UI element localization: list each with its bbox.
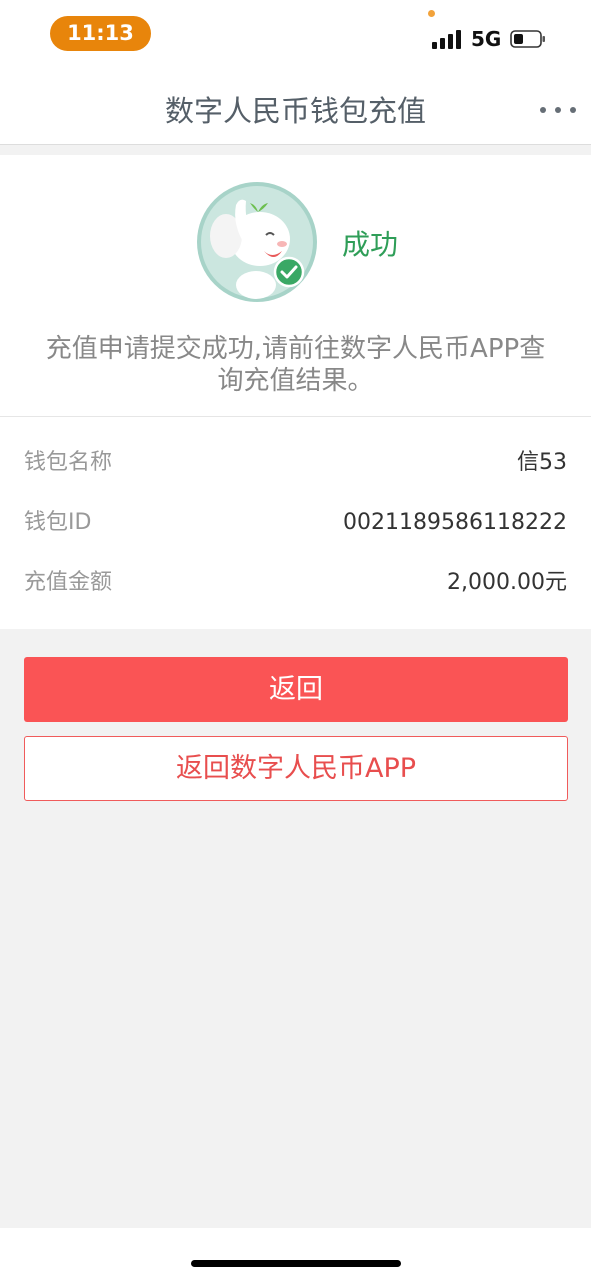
network-type: 5G — [471, 27, 502, 51]
status-time: 11:13 — [50, 16, 151, 51]
result-message-line-2: 询充值结果。 — [217, 366, 374, 396]
result-card: 成功 充值申请提交成功,请前往数字人民币APP查 询充值结果。 — [0, 155, 591, 417]
wallet-name-value: 信53 — [517, 450, 567, 475]
wallet-id-value: 0021189586118222 — [343, 510, 567, 535]
bottom-bar — [0, 1228, 591, 1280]
detail-row-amount: 充值金额 2,000.00元 — [24, 563, 567, 603]
home-indicator[interactable] — [191, 1260, 401, 1267]
back-to-app-button[interactable]: 返回数字人民币APP — [24, 736, 568, 801]
privacy-indicator-dot — [428, 10, 435, 17]
elephant-mascot-success-icon — [197, 182, 317, 302]
battery-icon — [510, 30, 545, 48]
recharge-details: 钱包名称 信53 钱包ID 0021189586118222 充值金额 2,00… — [0, 417, 591, 629]
result-message-line-1: 充值申请提交成功,请前往数字人民币APP查 — [45, 334, 546, 364]
back-button[interactable]: 返回 — [24, 657, 568, 722]
page-title: 数字人民币钱包充值 — [164, 94, 426, 128]
signal-icon — [432, 29, 464, 49]
wallet-name-label: 钱包名称 — [24, 450, 113, 475]
amount-value: 2,000.00元 — [447, 570, 567, 595]
status-bar: 11:13 5G — [0, 0, 591, 78]
result-status: 成功 — [342, 228, 399, 261]
section-divider — [0, 145, 591, 155]
detail-row-wallet-id: 钱包ID 0021189586118222 — [24, 503, 567, 543]
nav-bar: 数字人民币钱包充值 — [0, 78, 591, 145]
wallet-id-label: 钱包ID — [24, 510, 92, 535]
amount-label: 充值金额 — [24, 570, 113, 595]
more-dots-icon[interactable] — [540, 102, 576, 118]
result-message: 充值申请提交成功,请前往数字人民币APP查 询充值结果。 — [20, 333, 571, 397]
detail-row-wallet-name: 钱包名称 信53 — [24, 443, 567, 483]
